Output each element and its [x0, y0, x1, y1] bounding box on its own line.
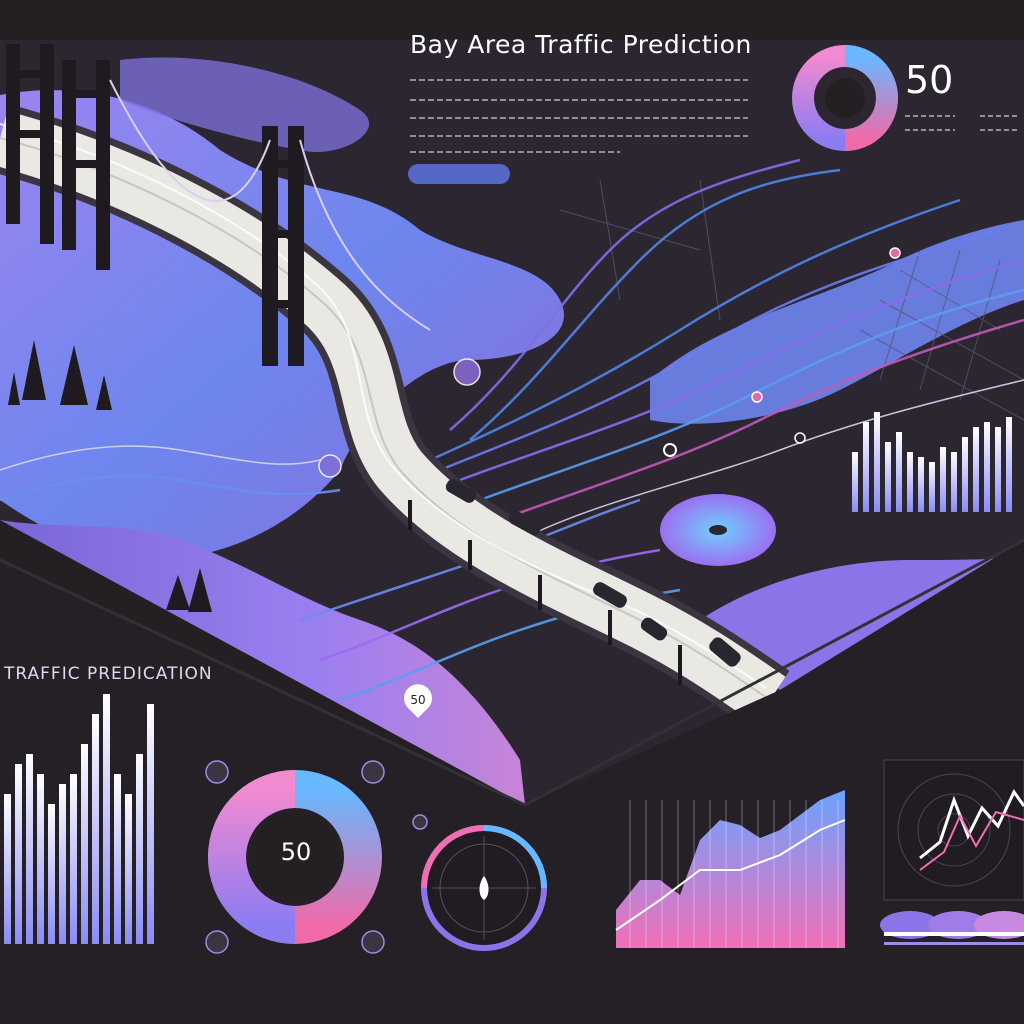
- bar: [995, 427, 1001, 512]
- traffic-illustration: [0, 0, 1024, 1024]
- bar: [940, 447, 946, 512]
- page-title: Bay Area Traffic Prediction: [410, 30, 752, 59]
- bar: [984, 422, 990, 512]
- donut-value: 50: [280, 838, 312, 866]
- radar-line-chart: [883, 759, 1024, 901]
- bar: [852, 452, 858, 512]
- bar: [962, 437, 968, 512]
- bar: [48, 804, 55, 944]
- kpi-value: 50: [905, 58, 954, 102]
- bar: [863, 422, 869, 512]
- bar: [81, 744, 88, 944]
- bar: [136, 754, 143, 944]
- bar: [15, 764, 22, 944]
- bar: [874, 412, 880, 512]
- bar: [1006, 417, 1012, 512]
- bar: [951, 452, 957, 512]
- bar: [929, 462, 935, 512]
- bar: [125, 794, 132, 944]
- bar: [918, 457, 924, 512]
- tag-pill: [408, 164, 510, 184]
- bar: [147, 704, 154, 944]
- map-pin-label: 50: [410, 693, 426, 707]
- bar: [907, 452, 913, 512]
- bar: [103, 694, 110, 944]
- bar: [26, 754, 33, 944]
- bar: [973, 427, 979, 512]
- bar: [37, 774, 44, 944]
- bar: [59, 784, 66, 944]
- panel-title: TRAFFIC PREDICATION: [4, 664, 213, 684]
- bar: [885, 442, 891, 512]
- compass-icon: [421, 825, 547, 951]
- bar: [114, 774, 121, 944]
- bar: [92, 714, 99, 944]
- bar: [4, 794, 11, 944]
- bar: [70, 774, 77, 944]
- bar: [896, 432, 902, 512]
